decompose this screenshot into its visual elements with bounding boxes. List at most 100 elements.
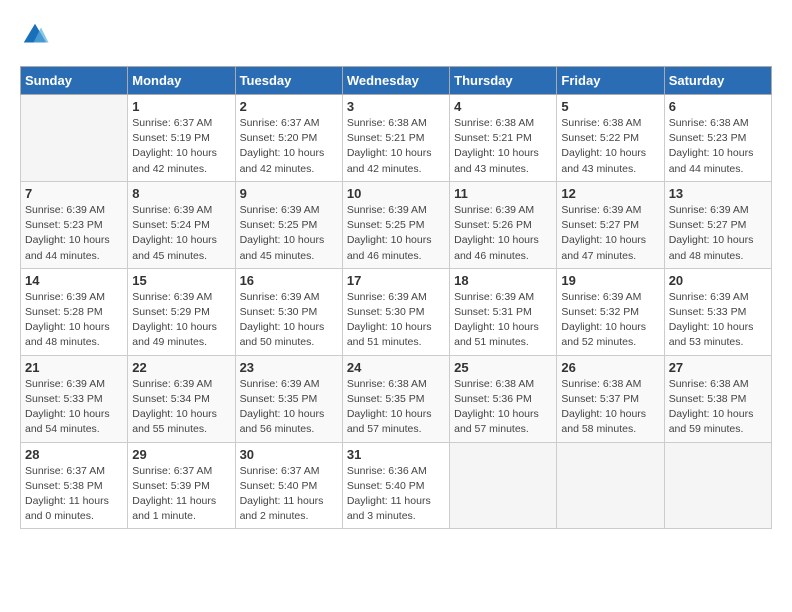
calendar-cell: 5 Sunrise: 6:38 AM Sunset: 5:22 PM Daylig… xyxy=(557,95,664,182)
day-info: Sunrise: 6:38 AM Sunset: 5:37 PM Dayligh… xyxy=(561,377,659,438)
day-number: 14 xyxy=(25,273,123,288)
day-info: Sunrise: 6:38 AM Sunset: 5:21 PM Dayligh… xyxy=(454,116,552,177)
day-info: Sunrise: 6:39 AM Sunset: 5:23 PM Dayligh… xyxy=(25,203,123,264)
day-number: 18 xyxy=(454,273,552,288)
day-number: 22 xyxy=(132,360,230,375)
calendar-cell: 12 Sunrise: 6:39 AM Sunset: 5:27 PM Dayli… xyxy=(557,181,664,268)
header-day-saturday: Saturday xyxy=(664,67,771,95)
day-info: Sunrise: 6:38 AM Sunset: 5:38 PM Dayligh… xyxy=(669,377,767,438)
day-number: 29 xyxy=(132,447,230,462)
calendar-cell: 31 Sunrise: 6:36 AM Sunset: 5:40 PM Dayli… xyxy=(342,442,449,529)
day-info: Sunrise: 6:38 AM Sunset: 5:23 PM Dayligh… xyxy=(669,116,767,177)
day-number: 16 xyxy=(240,273,338,288)
day-number: 3 xyxy=(347,99,445,114)
day-number: 23 xyxy=(240,360,338,375)
day-number: 9 xyxy=(240,186,338,201)
day-number: 21 xyxy=(25,360,123,375)
calendar-cell: 22 Sunrise: 6:39 AM Sunset: 5:34 PM Dayli… xyxy=(128,355,235,442)
calendar-cell: 20Sunrise: 6:39 AM Sunset: 5:33 PM Dayli… xyxy=(664,268,771,355)
calendar-cell: 11Sunrise: 6:39 AM Sunset: 5:26 PM Dayli… xyxy=(450,181,557,268)
calendar-week-4: 21 Sunrise: 6:39 AM Sunset: 5:33 PM Dayli… xyxy=(21,355,772,442)
calendar-cell: 8Sunrise: 6:39 AM Sunset: 5:24 PM Daylig… xyxy=(128,181,235,268)
day-number: 11 xyxy=(454,186,552,201)
day-info: Sunrise: 6:39 AM Sunset: 5:31 PM Dayligh… xyxy=(454,290,552,351)
day-info: Sunrise: 6:37 AM Sunset: 5:20 PM Dayligh… xyxy=(240,116,338,177)
day-info: Sunrise: 6:37 AM Sunset: 5:38 PM Dayligh… xyxy=(25,464,123,525)
day-info: Sunrise: 6:39 AM Sunset: 5:28 PM Dayligh… xyxy=(25,290,123,351)
day-info: Sunrise: 6:39 AM Sunset: 5:27 PM Dayligh… xyxy=(561,203,659,264)
day-info: Sunrise: 6:38 AM Sunset: 5:21 PM Dayligh… xyxy=(347,116,445,177)
calendar-cell: 28Sunrise: 6:37 AM Sunset: 5:38 PM Dayli… xyxy=(21,442,128,529)
day-number: 25 xyxy=(454,360,552,375)
day-number: 2 xyxy=(240,99,338,114)
calendar-cell: 16 Sunrise: 6:39 AM Sunset: 5:30 PM Dayli… xyxy=(235,268,342,355)
calendar-cell: 26 Sunrise: 6:38 AM Sunset: 5:37 PM Dayli… xyxy=(557,355,664,442)
calendar-cell xyxy=(664,442,771,529)
day-number: 1 xyxy=(132,99,230,114)
day-number: 31 xyxy=(347,447,445,462)
calendar-cell: 30 Sunrise: 6:37 AM Sunset: 5:40 PM Dayli… xyxy=(235,442,342,529)
header-day-thursday: Thursday xyxy=(450,67,557,95)
day-number: 5 xyxy=(561,99,659,114)
calendar-cell: 2 Sunrise: 6:37 AM Sunset: 5:20 PM Daylig… xyxy=(235,95,342,182)
day-number: 30 xyxy=(240,447,338,462)
calendar-cell: 17Sunrise: 6:39 AM Sunset: 5:30 PM Dayli… xyxy=(342,268,449,355)
calendar-cell xyxy=(21,95,128,182)
day-number: 27 xyxy=(669,360,767,375)
calendar-cell: 29 Sunrise: 6:37 AM Sunset: 5:39 PM Dayli… xyxy=(128,442,235,529)
day-info: Sunrise: 6:39 AM Sunset: 5:30 PM Dayligh… xyxy=(240,290,338,351)
day-number: 15 xyxy=(132,273,230,288)
day-info: Sunrise: 6:39 AM Sunset: 5:25 PM Dayligh… xyxy=(347,203,445,264)
logo-icon xyxy=(20,20,50,50)
calendar-cell: 24 Sunrise: 6:38 AM Sunset: 5:35 PM Dayli… xyxy=(342,355,449,442)
day-info: Sunrise: 6:39 AM Sunset: 5:33 PM Dayligh… xyxy=(25,377,123,438)
day-info: Sunrise: 6:39 AM Sunset: 5:27 PM Dayligh… xyxy=(669,203,767,264)
day-number: 26 xyxy=(561,360,659,375)
calendar-cell: 19 Sunrise: 6:39 AM Sunset: 5:32 PM Dayli… xyxy=(557,268,664,355)
calendar-cell: 6 Sunrise: 6:38 AM Sunset: 5:23 PM Daylig… xyxy=(664,95,771,182)
calendar-week-3: 14 Sunrise: 6:39 AM Sunset: 5:28 PM Dayli… xyxy=(21,268,772,355)
day-info: Sunrise: 6:36 AM Sunset: 5:40 PM Dayligh… xyxy=(347,464,445,525)
calendar-cell: 14 Sunrise: 6:39 AM Sunset: 5:28 PM Dayli… xyxy=(21,268,128,355)
calendar-cell: 23Sunrise: 6:39 AM Sunset: 5:35 PM Dayli… xyxy=(235,355,342,442)
day-number: 4 xyxy=(454,99,552,114)
day-info: Sunrise: 6:38 AM Sunset: 5:22 PM Dayligh… xyxy=(561,116,659,177)
calendar-cell xyxy=(557,442,664,529)
day-info: Sunrise: 6:37 AM Sunset: 5:39 PM Dayligh… xyxy=(132,464,230,525)
header-day-wednesday: Wednesday xyxy=(342,67,449,95)
calendar-week-5: 28Sunrise: 6:37 AM Sunset: 5:38 PM Dayli… xyxy=(21,442,772,529)
day-number: 6 xyxy=(669,99,767,114)
calendar-table: SundayMondayTuesdayWednesdayThursdayFrid… xyxy=(20,66,772,529)
day-info: Sunrise: 6:37 AM Sunset: 5:40 PM Dayligh… xyxy=(240,464,338,525)
calendar-cell: 3 Sunrise: 6:38 AM Sunset: 5:21 PM Daylig… xyxy=(342,95,449,182)
day-info: Sunrise: 6:38 AM Sunset: 5:35 PM Dayligh… xyxy=(347,377,445,438)
day-number: 20 xyxy=(669,273,767,288)
day-info: Sunrise: 6:38 AM Sunset: 5:36 PM Dayligh… xyxy=(454,377,552,438)
calendar-week-1: 1 Sunrise: 6:37 AM Sunset: 5:19 PM Daylig… xyxy=(21,95,772,182)
calendar-cell: 13 Sunrise: 6:39 AM Sunset: 5:27 PM Dayli… xyxy=(664,181,771,268)
day-number: 8 xyxy=(132,186,230,201)
calendar-cell: 9 Sunrise: 6:39 AM Sunset: 5:25 PM Daylig… xyxy=(235,181,342,268)
calendar-cell: 18 Sunrise: 6:39 AM Sunset: 5:31 PM Dayli… xyxy=(450,268,557,355)
day-info: Sunrise: 6:39 AM Sunset: 5:29 PM Dayligh… xyxy=(132,290,230,351)
calendar-cell: 25 Sunrise: 6:38 AM Sunset: 5:36 PM Dayli… xyxy=(450,355,557,442)
day-number: 24 xyxy=(347,360,445,375)
calendar-cell: 21 Sunrise: 6:39 AM Sunset: 5:33 PM Dayli… xyxy=(21,355,128,442)
calendar-week-2: 7 Sunrise: 6:39 AM Sunset: 5:23 PM Daylig… xyxy=(21,181,772,268)
day-info: Sunrise: 6:37 AM Sunset: 5:19 PM Dayligh… xyxy=(132,116,230,177)
page-header xyxy=(20,20,772,50)
calendar-body: 1 Sunrise: 6:37 AM Sunset: 5:19 PM Daylig… xyxy=(21,95,772,529)
calendar-cell: 15 Sunrise: 6:39 AM Sunset: 5:29 PM Dayli… xyxy=(128,268,235,355)
day-number: 12 xyxy=(561,186,659,201)
calendar-cell: 10Sunrise: 6:39 AM Sunset: 5:25 PM Dayli… xyxy=(342,181,449,268)
calendar-cell: 7 Sunrise: 6:39 AM Sunset: 5:23 PM Daylig… xyxy=(21,181,128,268)
day-info: Sunrise: 6:39 AM Sunset: 5:34 PM Dayligh… xyxy=(132,377,230,438)
day-info: Sunrise: 6:39 AM Sunset: 5:32 PM Dayligh… xyxy=(561,290,659,351)
calendar-cell: 4 Sunrise: 6:38 AM Sunset: 5:21 PM Daylig… xyxy=(450,95,557,182)
day-info: Sunrise: 6:39 AM Sunset: 5:30 PM Dayligh… xyxy=(347,290,445,351)
day-number: 7 xyxy=(25,186,123,201)
day-number: 19 xyxy=(561,273,659,288)
logo xyxy=(20,20,54,50)
day-number: 13 xyxy=(669,186,767,201)
day-info: Sunrise: 6:39 AM Sunset: 5:25 PM Dayligh… xyxy=(240,203,338,264)
